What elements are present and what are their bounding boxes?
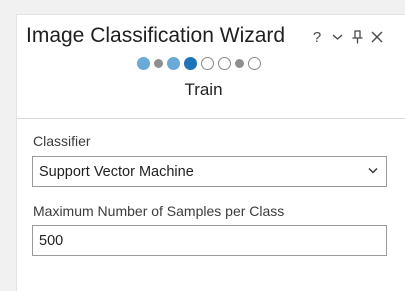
question-icon: ? (312, 28, 322, 46)
chevron-down-icon (332, 34, 342, 40)
wizard-substep-dot[interactable] (154, 58, 163, 68)
wizard-substep-dot[interactable] (235, 58, 244, 68)
pane-title: Image Classification Wizard (26, 24, 286, 47)
close-icon (371, 31, 383, 43)
max-samples-label: Maximum Number of Samples per Class (33, 203, 285, 219)
options-button[interactable] (327, 26, 347, 48)
wizard-step-dot[interactable] (248, 56, 261, 70)
pin-icon (352, 30, 362, 44)
wizard-step-dot-current[interactable] (184, 56, 197, 70)
close-button[interactable] (367, 26, 387, 48)
wizard-pane: Image Classification Wizard ? Train Clas… (16, 14, 405, 291)
help-button[interactable]: ? (307, 26, 327, 48)
divider (17, 118, 405, 119)
classifier-label: Classifier (33, 133, 91, 149)
wizard-step-dot[interactable] (201, 56, 214, 70)
wizard-step-dot[interactable] (137, 56, 150, 70)
max-samples-input[interactable] (32, 225, 387, 256)
chevron-down-icon (368, 168, 378, 174)
window-controls: ? (307, 26, 387, 48)
pin-button[interactable] (347, 26, 367, 48)
wizard-step-indicator (135, 56, 263, 70)
current-step-label: Train (184, 80, 223, 99)
classifier-selected-value: Support Vector Machine (39, 164, 194, 180)
wizard-step-dot[interactable] (218, 56, 231, 70)
wizard-step-dot[interactable] (167, 56, 180, 70)
classifier-dropdown[interactable]: Support Vector Machine (32, 156, 387, 187)
